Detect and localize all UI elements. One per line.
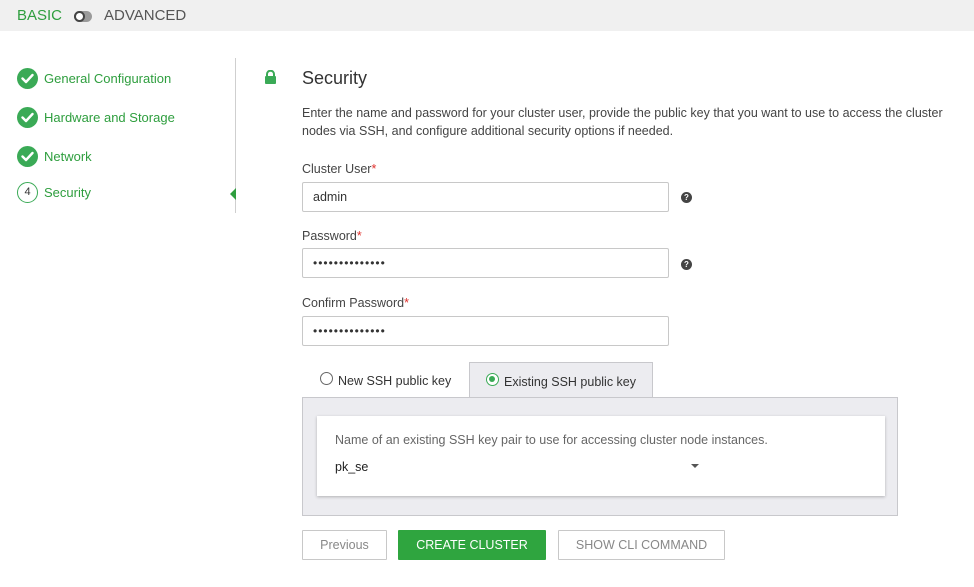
section-description: Enter the name and password for your clu… — [302, 106, 943, 138]
step-general-configuration[interactable]: General Configuration — [17, 68, 227, 90]
show-cli-command-button[interactable]: SHOW CLI COMMAND — [558, 530, 725, 560]
password-input[interactable] — [302, 248, 669, 278]
help-icon[interactable]: ? — [681, 259, 692, 270]
tab-label: Existing SSH public key — [504, 375, 637, 389]
create-cluster-button[interactable]: CREATE CLUSTER — [398, 530, 546, 560]
mode-toggle[interactable] — [74, 11, 92, 22]
mode-bar: BASIC ADVANCED — [0, 0, 974, 31]
check-icon — [17, 107, 38, 128]
mode-basic-label[interactable]: BASIC — [17, 7, 62, 24]
radio-existing-ssh-key[interactable] — [486, 373, 499, 386]
step-network[interactable]: Network — [17, 146, 227, 168]
previous-button[interactable]: Previous — [302, 530, 387, 560]
required-mark: * — [356, 229, 362, 243]
tab-new-ssh-key[interactable]: New SSH public key — [302, 362, 466, 398]
check-icon — [17, 68, 38, 89]
mode-advanced-label[interactable]: ADVANCED — [104, 7, 186, 24]
step-label: Network — [44, 149, 92, 164]
step-hardware-and-storage[interactable]: Hardware and Storage — [17, 107, 227, 129]
cluster-user-label-text: Cluster User — [302, 162, 372, 176]
confirm-password-input[interactable] — [302, 316, 669, 346]
cluster-user-label: Cluster User* — [302, 162, 376, 176]
tab-label: New SSH public key — [338, 374, 452, 388]
password-label: Password* — [302, 229, 362, 243]
required-mark: * — [404, 296, 409, 310]
required-mark: * — [371, 162, 377, 176]
lock-icon — [264, 69, 277, 90]
cluster-user-input[interactable] — [302, 182, 669, 212]
help-icon[interactable]: ? — [681, 192, 692, 203]
confirm-password-label-text: Confirm Password — [302, 296, 405, 310]
toggle-knob — [74, 11, 85, 22]
active-step-indicator — [230, 188, 236, 200]
step-label: Security — [44, 185, 91, 200]
ssh-key-hint: Name of an existing SSH key pair to use … — [335, 433, 768, 447]
step-security[interactable]: 4 Security — [17, 182, 227, 204]
tab-existing-ssh-key[interactable]: Existing SSH public key — [469, 362, 653, 398]
check-icon — [17, 146, 38, 167]
confirm-password-label: Confirm Password* — [302, 296, 409, 310]
ssh-key-card: Name of an existing SSH key pair to use … — [317, 416, 885, 496]
chevron-down-icon — [691, 464, 699, 468]
password-label-text: Password — [302, 229, 357, 243]
page-title: Security — [302, 68, 368, 88]
ssh-key-select[interactable]: pk_se — [335, 458, 699, 478]
radio-new-ssh-key[interactable] — [320, 372, 333, 385]
ssh-key-selected-value: pk_se — [335, 460, 369, 474]
step-number: 4 — [17, 182, 38, 203]
ssh-key-panel: Name of an existing SSH key pair to use … — [302, 397, 898, 516]
step-label: Hardware and Storage — [44, 110, 175, 125]
step-label: General Configuration — [44, 71, 172, 86]
